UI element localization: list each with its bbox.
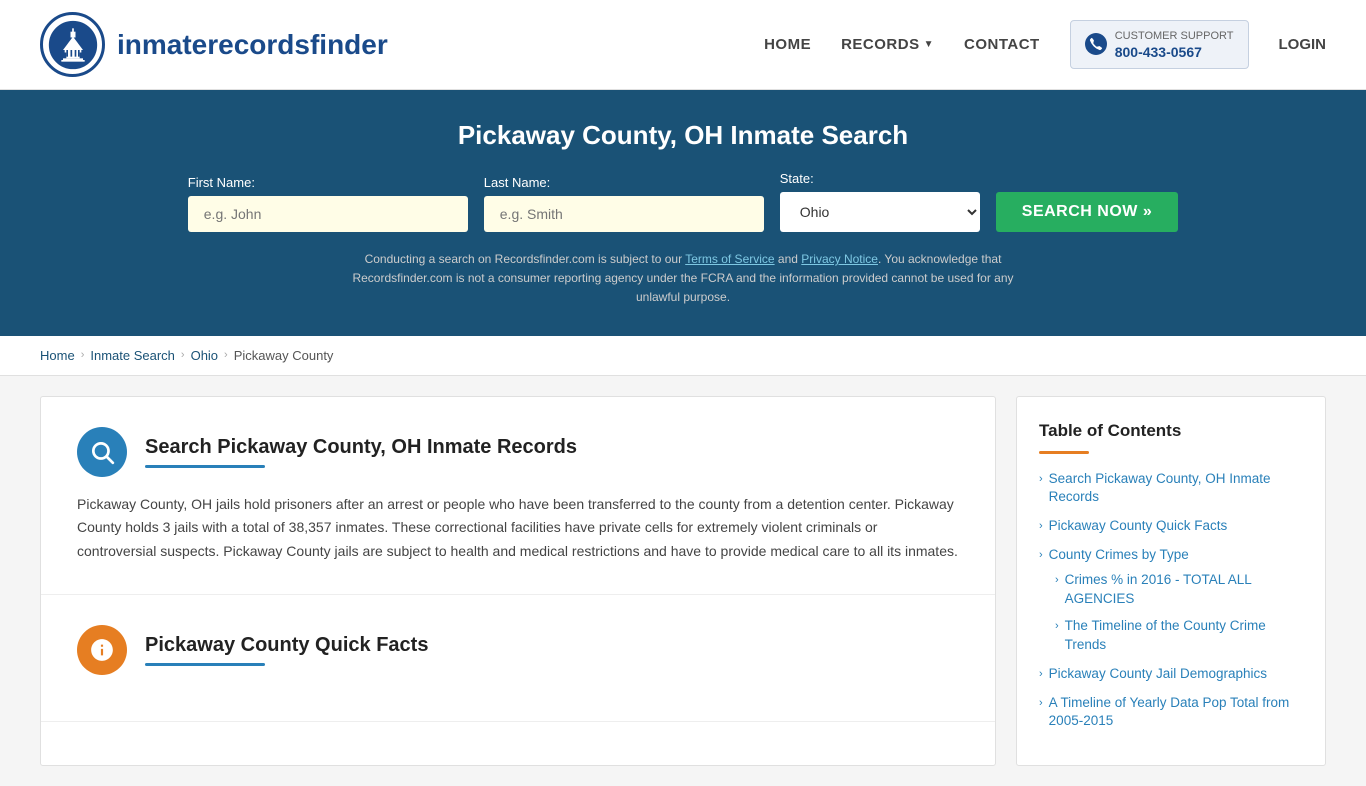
section-title-1: Search Pickaway County, OH Inmate Record… — [145, 436, 577, 459]
last-name-group: Last Name: — [484, 175, 764, 232]
section-title-wrap-1: Search Pickaway County, OH Inmate Record… — [145, 436, 577, 468]
tos-link[interactable]: Terms of Service — [685, 252, 774, 266]
site-header: inmaterecordsfinder HOME RECORDS ▼ CONTA… — [0, 0, 1366, 90]
search-form: First Name: Last Name: State: Ohio Alaba… — [40, 171, 1326, 232]
toc-sub-link-3-1[interactable]: › Crimes % in 2016 - TOTAL ALL AGENCIES — [1055, 571, 1303, 609]
customer-support: CUSTOMER SUPPORT 800-433-0567 — [1070, 20, 1249, 68]
chevron-sub-icon-3-1: › — [1055, 573, 1059, 588]
toc-link-2[interactable]: › Pickaway County Quick Facts — [1039, 517, 1303, 536]
state-select[interactable]: Ohio Alabama Alaska Arizona — [780, 192, 980, 232]
breadcrumb: Home › Inmate Search › Ohio › Pickaway C… — [0, 336, 1366, 376]
toc-list: › Search Pickaway County, OH Inmate Reco… — [1039, 470, 1303, 732]
logo-text: inmaterecordsfinder — [117, 29, 388, 61]
breadcrumb-sep-2: › — [181, 349, 185, 361]
chevron-icon-5: › — [1039, 696, 1043, 711]
first-name-input[interactable] — [188, 196, 468, 232]
toc-item-3: › County Crimes by Type › Crimes % in 20… — [1039, 546, 1303, 654]
toc-link-5[interactable]: › A Timeline of Yearly Data Pop Total fr… — [1039, 694, 1303, 732]
chevron-icon-3: › — [1039, 548, 1043, 563]
search-button[interactable]: SEARCH NOW » — [996, 192, 1178, 232]
cs-phone: 800-433-0567 — [1115, 44, 1234, 60]
toc-link-4[interactable]: › Pickaway County Jail Demographics — [1039, 665, 1303, 684]
logo-icon — [40, 12, 105, 77]
state-label: State: — [780, 171, 980, 186]
chevron-sub-icon-3-2: › — [1055, 619, 1059, 634]
title-underline-2 — [145, 663, 265, 666]
breadcrumb-sep-3: › — [224, 349, 228, 361]
section-inmate-records: Search Pickaway County, OH Inmate Record… — [41, 397, 995, 595]
title-underline-1 — [145, 465, 265, 468]
section-header-2: Pickaway County Quick Facts — [77, 625, 959, 675]
toc-box: Table of Contents › Search Pickaway Coun… — [1016, 396, 1326, 767]
chevron-icon-4: › — [1039, 667, 1043, 682]
breadcrumb-inmate-search[interactable]: Inmate Search — [90, 348, 175, 363]
search-icon-circle — [77, 427, 127, 477]
privacy-link[interactable]: Privacy Notice — [801, 252, 878, 266]
state-group: State: Ohio Alabama Alaska Arizona — [780, 171, 980, 232]
last-name-input[interactable] — [484, 196, 764, 232]
toc-title: Table of Contents — [1039, 421, 1303, 441]
cs-label: CUSTOMER SUPPORT — [1115, 29, 1234, 43]
toc-sub-list-3: › Crimes % in 2016 - TOTAL ALL AGENCIES … — [1055, 571, 1303, 655]
main-nav: HOME RECORDS ▼ CONTACT CUSTOMER SUPPORT … — [764, 20, 1326, 68]
logo-area: inmaterecordsfinder — [40, 12, 388, 77]
first-name-label: First Name: — [188, 175, 468, 190]
toc-link-1[interactable]: › Search Pickaway County, OH Inmate Reco… — [1039, 470, 1303, 508]
search-hero: Pickaway County, OH Inmate Search First … — [0, 90, 1366, 336]
hero-title: Pickaway County, OH Inmate Search — [40, 120, 1326, 151]
breadcrumb-ohio[interactable]: Ohio — [191, 348, 218, 363]
toc-link-3[interactable]: › County Crimes by Type — [1039, 546, 1303, 565]
toc-item-4: › Pickaway County Jail Demographics — [1039, 665, 1303, 684]
toc-item-1: › Search Pickaway County, OH Inmate Reco… — [1039, 470, 1303, 508]
section-header-1: Search Pickaway County, OH Inmate Record… — [77, 427, 959, 477]
section-quick-facts: Pickaway County Quick Facts — [41, 595, 995, 722]
last-name-label: Last Name: — [484, 175, 764, 190]
toc-sub-item-3-1: › Crimes % in 2016 - TOTAL ALL AGENCIES — [1055, 571, 1303, 609]
sidebar: Table of Contents › Search Pickaway Coun… — [1016, 396, 1326, 767]
nav-login[interactable]: LOGIN — [1279, 36, 1327, 53]
section-title-2: Pickaway County Quick Facts — [145, 634, 428, 657]
section-body-1: Pickaway County, OH jails hold prisoners… — [77, 493, 959, 564]
toc-divider — [1039, 451, 1089, 454]
toc-sub-item-3-2: › The Timeline of the County Crime Trend… — [1055, 617, 1303, 655]
phone-icon — [1085, 33, 1107, 55]
nav-records[interactable]: RECORDS ▼ — [841, 36, 934, 53]
section-title-wrap-2: Pickaway County Quick Facts — [145, 634, 428, 666]
toc-sub-link-3-2[interactable]: › The Timeline of the County Crime Trend… — [1055, 617, 1303, 655]
disclaimer-text: Conducting a search on Recordsfinder.com… — [333, 250, 1033, 308]
nav-home[interactable]: HOME — [764, 36, 811, 53]
chevron-icon-1: › — [1039, 472, 1043, 487]
info-icon-circle — [77, 625, 127, 675]
breadcrumb-current: Pickaway County — [234, 348, 334, 363]
breadcrumb-home[interactable]: Home — [40, 348, 75, 363]
nav-contact[interactable]: CONTACT — [964, 36, 1040, 53]
first-name-group: First Name: — [188, 175, 468, 232]
chevron-icon-2: › — [1039, 519, 1043, 534]
chevron-down-icon: ▼ — [924, 39, 934, 50]
toc-item-2: › Pickaway County Quick Facts — [1039, 517, 1303, 536]
breadcrumb-sep-1: › — [81, 349, 85, 361]
toc-item-5: › A Timeline of Yearly Data Pop Total fr… — [1039, 694, 1303, 732]
main-content: Search Pickaway County, OH Inmate Record… — [0, 376, 1366, 786]
article: Search Pickaway County, OH Inmate Record… — [40, 396, 996, 767]
